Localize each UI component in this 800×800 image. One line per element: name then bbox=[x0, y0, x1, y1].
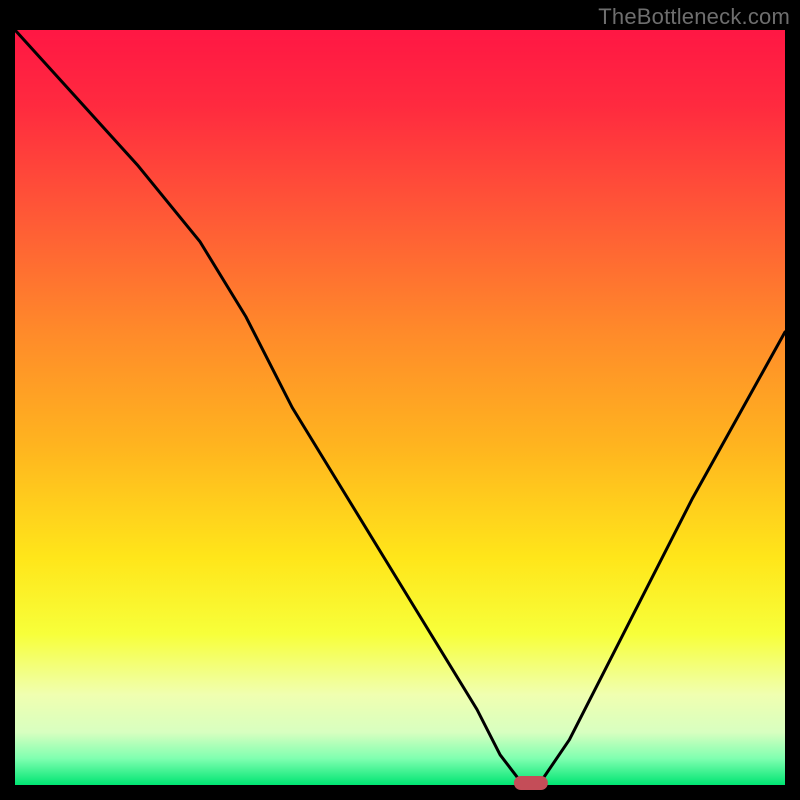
chart-stage: TheBottleneck.com bbox=[0, 0, 800, 800]
bottleneck-chart bbox=[0, 0, 800, 800]
plot-background bbox=[15, 30, 785, 785]
watermark-text: TheBottleneck.com bbox=[598, 4, 790, 30]
optimal-marker bbox=[514, 776, 548, 790]
